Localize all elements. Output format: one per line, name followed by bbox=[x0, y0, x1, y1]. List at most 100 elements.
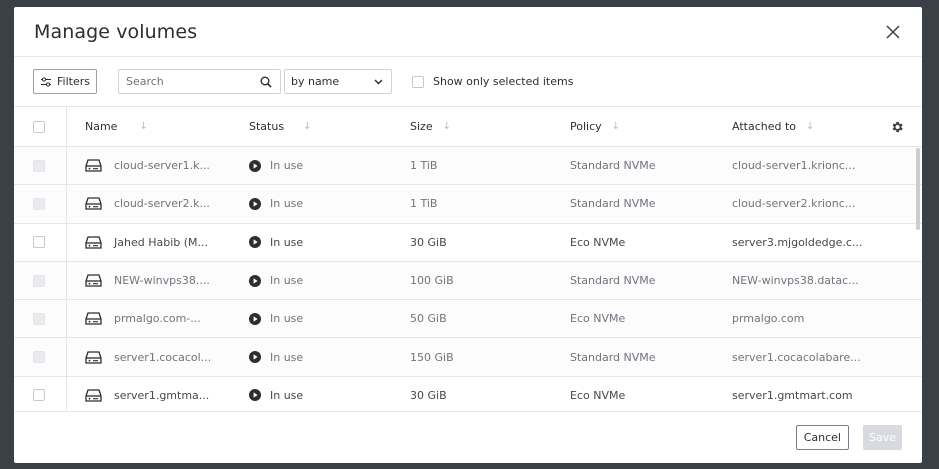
toolbar: Filters by name Show only selected items bbox=[14, 57, 922, 107]
volume-name-cell: cloud-server2.k... bbox=[67, 196, 245, 211]
size-cell: 150 GiB bbox=[410, 350, 454, 364]
volumes-table: Name ↓ Status ↓ Size ↓ Policy ↓ Attached… bbox=[14, 107, 922, 410]
sort-select-value: by name bbox=[290, 75, 340, 88]
show-selected-toggle[interactable]: Show only selected items bbox=[411, 75, 574, 88]
policy-cell: Eco NVMe bbox=[570, 235, 626, 249]
table-row[interactable]: NEW-winvps38.... In use 100 GiB Standard… bbox=[14, 261, 922, 301]
play-circle-icon bbox=[249, 389, 261, 402]
volume-name-cell: cloud-server1.k... bbox=[67, 158, 245, 173]
disk-icon bbox=[85, 350, 102, 364]
close-button[interactable] bbox=[882, 21, 904, 43]
attached-to-cell: server1.cocacolabare... bbox=[732, 350, 861, 364]
table-row[interactable]: Jahed Habib (M... In use 30 GiB Eco NVMe… bbox=[14, 223, 922, 262]
volume-name: cloud-server1.k... bbox=[114, 159, 210, 173]
row-checkbox[interactable] bbox=[33, 159, 45, 172]
sort-arrow-icon: ↓ bbox=[806, 121, 815, 132]
volume-name-cell: server1.cocacol... bbox=[67, 350, 245, 365]
volume-name: NEW-winvps38.... bbox=[114, 274, 210, 288]
table-row[interactable]: server1.gmtma... In use 30 GiB Eco NVMe … bbox=[14, 376, 922, 410]
disk-icon bbox=[85, 197, 102, 211]
close-icon bbox=[886, 24, 900, 39]
column-header-size[interactable]: Size ↓ bbox=[408, 120, 570, 133]
row-checkbox[interactable] bbox=[33, 236, 45, 249]
row-checkbox[interactable] bbox=[33, 274, 45, 287]
status-cell: In use bbox=[245, 236, 408, 249]
disk-icon bbox=[85, 389, 102, 402]
volume-name-cell: prmalgo.com-... bbox=[67, 311, 245, 326]
status-text: In use bbox=[270, 274, 304, 288]
show-selected-checkbox[interactable] bbox=[411, 75, 424, 88]
sort-arrow-icon: ↓ bbox=[139, 121, 148, 132]
column-header-status-label: Status bbox=[249, 120, 285, 133]
column-header-attached[interactable]: Attached to ↓ bbox=[732, 120, 882, 133]
status-cell: In use bbox=[245, 159, 408, 172]
table-body: cloud-server1.k... In use 1 TiB Standard… bbox=[14, 147, 922, 410]
save-button[interactable]: Save bbox=[862, 425, 902, 450]
volume-name: cloud-server2.k... bbox=[114, 197, 210, 211]
sort-select[interactable]: by name bbox=[283, 69, 392, 94]
volume-name-cell: NEW-winvps38.... bbox=[67, 273, 245, 288]
play-circle-icon bbox=[249, 274, 261, 287]
row-checkbox[interactable] bbox=[33, 351, 45, 364]
search-input[interactable] bbox=[125, 75, 246, 88]
size-cell: 30 GiB bbox=[410, 235, 447, 249]
filters-button[interactable]: Filters bbox=[33, 69, 97, 94]
policy-cell: Standard NVMe bbox=[570, 159, 656, 173]
policy-cell: Standard NVMe bbox=[570, 197, 656, 211]
column-header-policy-label: Policy bbox=[570, 120, 602, 133]
play-circle-icon bbox=[249, 159, 261, 172]
select-all-checkbox[interactable] bbox=[33, 120, 45, 133]
chevron-down-icon bbox=[374, 79, 383, 84]
sort-arrow-icon: ↓ bbox=[611, 121, 621, 132]
table-row[interactable]: cloud-server2.k... In use 1 TiB Standard… bbox=[14, 185, 922, 224]
show-selected-label: Show only selected items bbox=[432, 75, 574, 88]
disk-icon bbox=[85, 312, 102, 325]
status-text: In use bbox=[270, 312, 304, 326]
search-icon[interactable] bbox=[260, 76, 272, 88]
size-cell: 50 GiB bbox=[410, 312, 447, 326]
size-cell: 30 GiB bbox=[410, 388, 447, 402]
filters-label: Filters bbox=[57, 75, 90, 88]
size-cell: 1 TiB bbox=[410, 197, 438, 211]
column-header-name-label: Name bbox=[85, 120, 118, 133]
attached-to-cell: cloud-server1.krionc... bbox=[732, 159, 856, 173]
attached-to-cell: server3.mjgoldedge.c... bbox=[732, 235, 863, 249]
status-text: In use bbox=[270, 197, 304, 211]
disk-icon bbox=[85, 159, 102, 172]
volume-name: server1.gmtma... bbox=[114, 388, 210, 402]
dialog-title: Manage volumes bbox=[34, 20, 198, 43]
table-row[interactable]: cloud-server1.k... In use 1 TiB Standard… bbox=[14, 147, 922, 186]
status-cell: In use bbox=[245, 351, 408, 364]
table-header-row: Name ↓ Status ↓ Size ↓ Policy ↓ Attached… bbox=[14, 107, 922, 147]
column-header-name[interactable]: Name ↓ bbox=[67, 120, 245, 133]
policy-cell: Standard NVMe bbox=[570, 350, 656, 364]
status-text: In use bbox=[270, 350, 304, 364]
cancel-button[interactable]: Cancel bbox=[795, 425, 849, 450]
play-circle-icon bbox=[249, 197, 261, 210]
attached-to-cell: cloud-server2.krionc... bbox=[732, 197, 856, 211]
attached-to-cell: prmalgo.com bbox=[732, 312, 805, 326]
search-field bbox=[117, 69, 281, 94]
sort-arrow-icon: ↓ bbox=[303, 121, 312, 132]
column-header-status[interactable]: Status ↓ bbox=[245, 120, 408, 133]
manage-volumes-dialog: Manage volumes Filters by name bbox=[14, 7, 922, 463]
dialog-header: Manage volumes bbox=[14, 7, 922, 57]
table-scrollbar[interactable] bbox=[916, 148, 920, 230]
disk-icon bbox=[85, 274, 102, 287]
policy-cell: Eco NVMe bbox=[570, 388, 626, 402]
column-header-policy[interactable]: Policy ↓ bbox=[570, 120, 732, 133]
row-checkbox[interactable] bbox=[33, 389, 45, 402]
play-circle-icon bbox=[249, 351, 261, 364]
table-row[interactable]: prmalgo.com-... In use 50 GiB Eco NVMe p… bbox=[14, 300, 922, 339]
sliders-icon bbox=[41, 76, 51, 87]
volume-name: prmalgo.com-... bbox=[114, 312, 201, 326]
size-cell: 100 GiB bbox=[410, 274, 454, 288]
table-row[interactable]: server1.cocacol... In use 150 GiB Standa… bbox=[14, 338, 922, 377]
row-checkbox[interactable] bbox=[33, 312, 45, 325]
disk-icon bbox=[85, 236, 102, 249]
dialog-footer: Cancel Save bbox=[14, 411, 922, 463]
status-cell: In use bbox=[245, 389, 408, 402]
status-text: In use bbox=[270, 388, 304, 402]
row-checkbox[interactable] bbox=[33, 197, 45, 210]
column-settings-button[interactable] bbox=[882, 120, 912, 134]
